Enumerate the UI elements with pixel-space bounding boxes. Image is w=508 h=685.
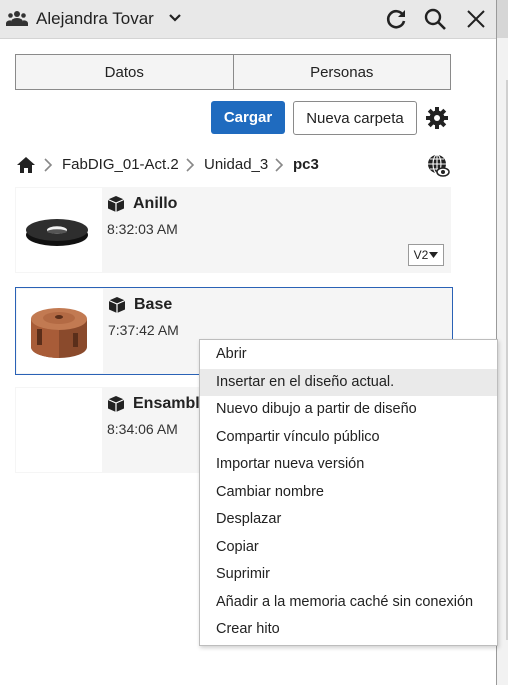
breadcrumb-item-folder[interactable]: Unidad_3 (204, 156, 268, 173)
ring-thumbnail (26, 219, 88, 246)
item-name: Ensamble (133, 395, 209, 412)
design-icon (107, 196, 125, 212)
caret-down-icon (429, 252, 439, 258)
menu-item-delete[interactable]: Suprimir (200, 561, 497, 588)
new-folder-button[interactable]: Nueva carpeta (293, 101, 417, 135)
item-time: 7:37:42 AM (108, 322, 179, 338)
upload-button[interactable]: Cargar (211, 101, 285, 134)
item-name: Anillo (133, 195, 178, 212)
menu-item-open[interactable]: Abrir (200, 341, 497, 368)
search-icon[interactable] (423, 7, 447, 31)
menu-item-new-drawing-from-design[interactable]: Nuevo dibujo a partir de diseño (200, 396, 497, 423)
gear-icon[interactable] (425, 106, 449, 130)
context-menu: Abrir Insertar en el diseño actual. Nuev… (199, 339, 498, 646)
item-thumbnail (17, 289, 103, 373)
base-thumbnail (31, 308, 87, 358)
item-thumbnail (16, 188, 102, 272)
item-time: 8:32:03 AM (107, 221, 178, 237)
team-icon (6, 11, 28, 26)
canvas-edge-top (497, 0, 508, 38)
globe-view-icon[interactable] (426, 153, 450, 177)
menu-item-offline-cache[interactable]: Añadir a la memoria caché sin conexión (200, 589, 497, 616)
home-icon[interactable] (16, 156, 36, 174)
tab-datos[interactable]: Datos (16, 55, 233, 89)
menu-item-share-public-link[interactable]: Compartir vínculo público (200, 424, 497, 451)
tab-personas[interactable]: Personas (232, 55, 450, 89)
menu-item-import-new-version[interactable]: Importar nueva versión (200, 451, 497, 478)
close-icon[interactable] (464, 7, 488, 31)
design-icon (108, 297, 126, 313)
refresh-icon[interactable] (384, 7, 408, 31)
breadcrumb-item-project[interactable]: FabDIG_01-Act.2 (62, 156, 179, 173)
version-badge[interactable]: V2 (408, 244, 444, 266)
tab-bar: Datos Personas (15, 54, 451, 90)
item-thumbnail (16, 388, 102, 472)
version-label: V2 (413, 248, 429, 262)
menu-item-copy[interactable]: Copiar (200, 534, 497, 561)
chevron-right-icon (186, 158, 195, 172)
chevron-right-icon (275, 158, 284, 172)
panel-header: Alejandra Tovar (0, 0, 496, 39)
list-item[interactable]: Anillo 8:32:03 AM V2 (15, 187, 451, 273)
chevron-down-icon[interactable] (168, 12, 182, 24)
menu-item-rename[interactable]: Cambiar nombre (200, 479, 497, 506)
breadcrumb-item-current: pc3 (293, 156, 319, 173)
user-name[interactable]: Alejandra Tovar (36, 9, 154, 29)
item-time: 8:34:06 AM (107, 421, 178, 437)
menu-item-insert-in-current-design[interactable]: Insertar en el diseño actual. (200, 369, 497, 396)
design-icon (107, 396, 125, 412)
menu-item-create-milestone[interactable]: Crear hito (200, 616, 497, 643)
menu-item-move[interactable]: Desplazar (200, 506, 497, 533)
chevron-right-icon (44, 158, 53, 172)
item-name: Base (134, 296, 173, 313)
